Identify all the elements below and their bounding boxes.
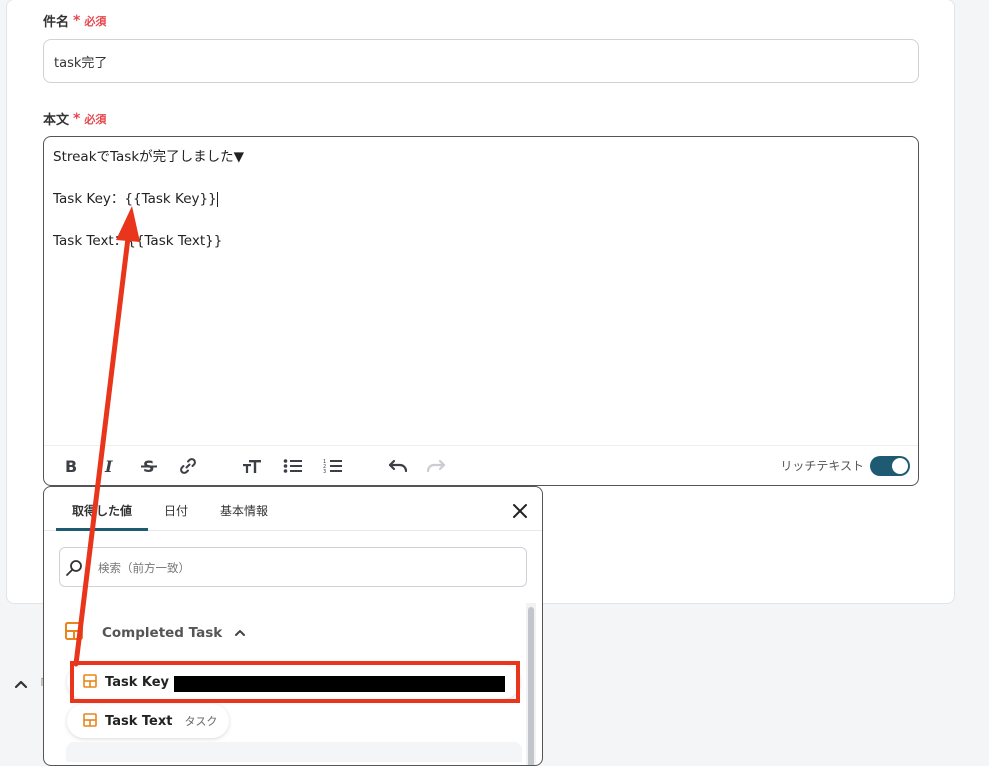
chevron-up-icon[interactable] <box>13 676 29 696</box>
required-text: 必須 <box>84 112 107 126</box>
item-sublabel: タスク <box>184 715 218 728</box>
group-label: Completed Task <box>102 625 223 641</box>
required-text: 必須 <box>84 14 107 28</box>
required-star: * <box>73 12 81 29</box>
body-label-text: 本文 <box>43 113 70 128</box>
item-label: Task Text <box>105 713 173 729</box>
editor-line: Task Text：{{Task Text}} <box>53 233 223 249</box>
body-label: 本文 * 必須 <box>43 109 107 129</box>
body-editor[interactable]: StreakでTaskが完了しました▼ Task Key：{{Task Key}… <box>43 136 919 486</box>
group-completed-task[interactable]: Completed Task <box>64 622 324 644</box>
svg-text:3: 3 <box>323 469 326 474</box>
search-placeholder: 検索（前方一致） <box>98 561 190 575</box>
subject-value: task完了 <box>54 55 108 71</box>
strikethrough-icon[interactable]: S <box>138 455 160 477</box>
tab-basic-info[interactable]: 基本情報 <box>220 502 268 519</box>
italic-icon[interactable]: I <box>99 455 121 477</box>
annotation-highlight-box <box>70 661 520 703</box>
text-size-icon[interactable] <box>241 455 263 477</box>
table-icon <box>64 621 84 645</box>
svg-text:B: B <box>65 458 77 474</box>
editor-toolbar: B I S 123 リッチテキスト <box>44 445 918 485</box>
rich-text-label: リッチテキスト <box>780 459 864 473</box>
active-tab-indicator <box>56 528 148 531</box>
editor-line-text: Task Key：{{Task Key}} <box>53 191 217 207</box>
tab-date[interactable]: 日付 <box>164 502 188 519</box>
svg-text:I: I <box>104 458 113 474</box>
editor-line: Task Key：{{Task Key}} <box>53 189 244 210</box>
numbered-list-icon[interactable]: 123 <box>322 455 344 477</box>
table-icon <box>83 712 97 731</box>
link-icon[interactable] <box>177 455 199 477</box>
text-caret <box>216 191 218 207</box>
editor-line: StreakでTaskが完了しました▼ <box>53 149 245 165</box>
search-input[interactable]: 検索（前方一致） <box>59 547 527 587</box>
redo-icon[interactable] <box>425 455 447 477</box>
close-icon[interactable] <box>512 503 528 519</box>
rich-text-toggle[interactable] <box>870 456 910 476</box>
bullet-list-icon[interactable] <box>282 455 304 477</box>
editor-content[interactable]: StreakでTaskが完了しました▼ Task Key：{{Task Key}… <box>53 147 244 252</box>
scrollbar-thumb[interactable] <box>528 607 534 765</box>
list-item[interactable] <box>66 742 522 762</box>
chevron-up-icon <box>234 627 246 639</box>
toggle-knob <box>892 458 908 474</box>
subject-label: 件名 * 必須 <box>43 11 107 31</box>
bold-icon[interactable]: B <box>60 455 82 477</box>
search-icon <box>65 559 83 581</box>
subject-label-text: 件名 <box>43 15 70 30</box>
subject-input[interactable]: task完了 <box>43 39 919 83</box>
tab-acquired-values[interactable]: 取得した値 <box>72 502 132 519</box>
list-item-task-text[interactable]: Task Text タスク <box>67 704 230 738</box>
undo-icon[interactable] <box>387 455 409 477</box>
required-star: * <box>73 110 81 127</box>
